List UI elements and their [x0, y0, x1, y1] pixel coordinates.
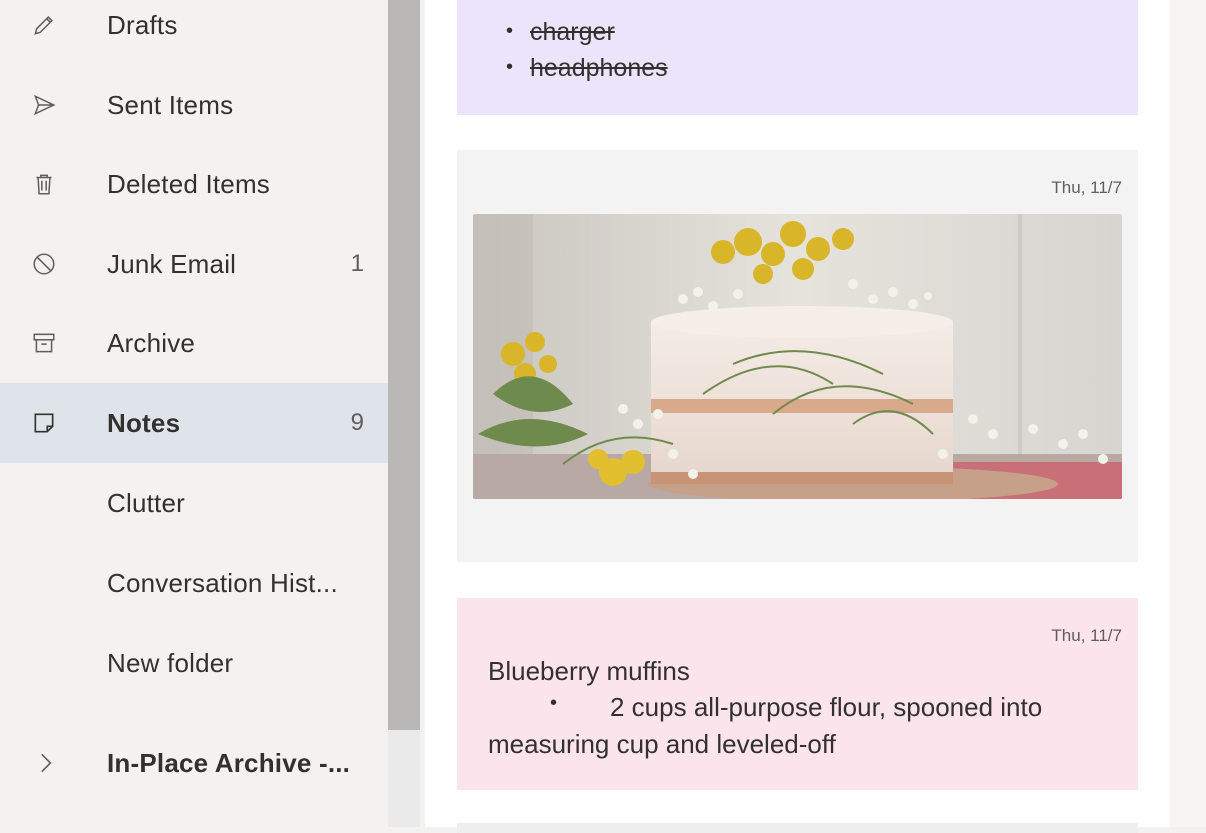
sidebar-item-clutter[interactable]: Clutter	[0, 463, 388, 543]
pencil-icon	[29, 10, 59, 40]
sidebar-item-sent-items[interactable]: Sent Items	[0, 65, 388, 145]
bullet-dot: •	[550, 692, 558, 714]
item-count: 9	[350, 409, 364, 436]
sidebar-item-label: Sent Items	[107, 89, 234, 120]
sidebar-item-archive[interactable]: Archive	[0, 303, 388, 383]
sidebar-item-label: New folder	[107, 647, 234, 678]
sidebar-item-label: Archive	[107, 327, 196, 358]
note-bullet: 2 cups all-purpose flour, spooned into	[610, 692, 1043, 722]
sidebar-item-in-place-archive[interactable]: In-Place Archive -...	[0, 723, 388, 803]
folder-sidebar: Drafts Sent Items Deleted Items Junk Ema…	[0, 0, 388, 827]
sidebar-item-label: Deleted Items	[107, 168, 271, 199]
note-icon	[29, 408, 59, 438]
sidebar-item-label: Clutter	[107, 487, 185, 518]
sidebar-item-label: Junk Email	[107, 248, 237, 279]
note-title: Blueberry muffins	[488, 656, 690, 686]
list-item: charger	[506, 18, 615, 47]
block-icon	[29, 249, 59, 279]
sidebar-item-notes[interactable]: Notes 9	[0, 383, 388, 463]
sidebar-item-junk-email[interactable]: Junk Email 1	[0, 224, 388, 304]
note-card[interactable]	[457, 823, 1138, 833]
cake-image	[473, 214, 1122, 499]
list-item: headphones	[506, 54, 668, 83]
sidebar-item-new-folder[interactable]: New folder	[0, 623, 388, 703]
sidebar-item-label: In-Place Archive -...	[107, 747, 351, 778]
note-card[interactable]: Thu, 11/7 Blueberry muffins • 2 cups all…	[457, 598, 1138, 790]
sidebar-item-deleted-items[interactable]: Deleted Items	[0, 144, 388, 224]
scrollbar-thumb[interactable]	[388, 0, 420, 730]
note-date: Thu, 11/7	[1051, 178, 1122, 197]
send-icon	[29, 90, 59, 120]
sidebar-item-label: Conversation Hist...	[107, 567, 338, 598]
chevron-right-icon[interactable]	[30, 748, 60, 778]
trash-icon	[29, 169, 59, 199]
unread-count: 1	[350, 250, 364, 277]
note-date: Thu, 11/7	[1051, 626, 1122, 645]
reading-pane-edge	[1170, 0, 1206, 827]
sidebar-item-label: Drafts	[107, 9, 178, 40]
sidebar-item-drafts[interactable]: Drafts	[0, 0, 388, 65]
sidebar-item-label: Notes	[107, 407, 181, 438]
sidebar-scrollbar[interactable]	[388, 0, 420, 827]
sidebar-item-conversation-history[interactable]: Conversation Hist...	[0, 543, 388, 623]
note-continuation: measuring cup and leveled-off	[488, 729, 836, 759]
archive-icon	[29, 328, 59, 358]
note-card[interactable]: tablet charger headphones	[457, 0, 1138, 115]
note-bullet-partial: tablet	[530, 0, 591, 7]
note-card[interactable]: Thu, 11/7	[457, 150, 1138, 562]
